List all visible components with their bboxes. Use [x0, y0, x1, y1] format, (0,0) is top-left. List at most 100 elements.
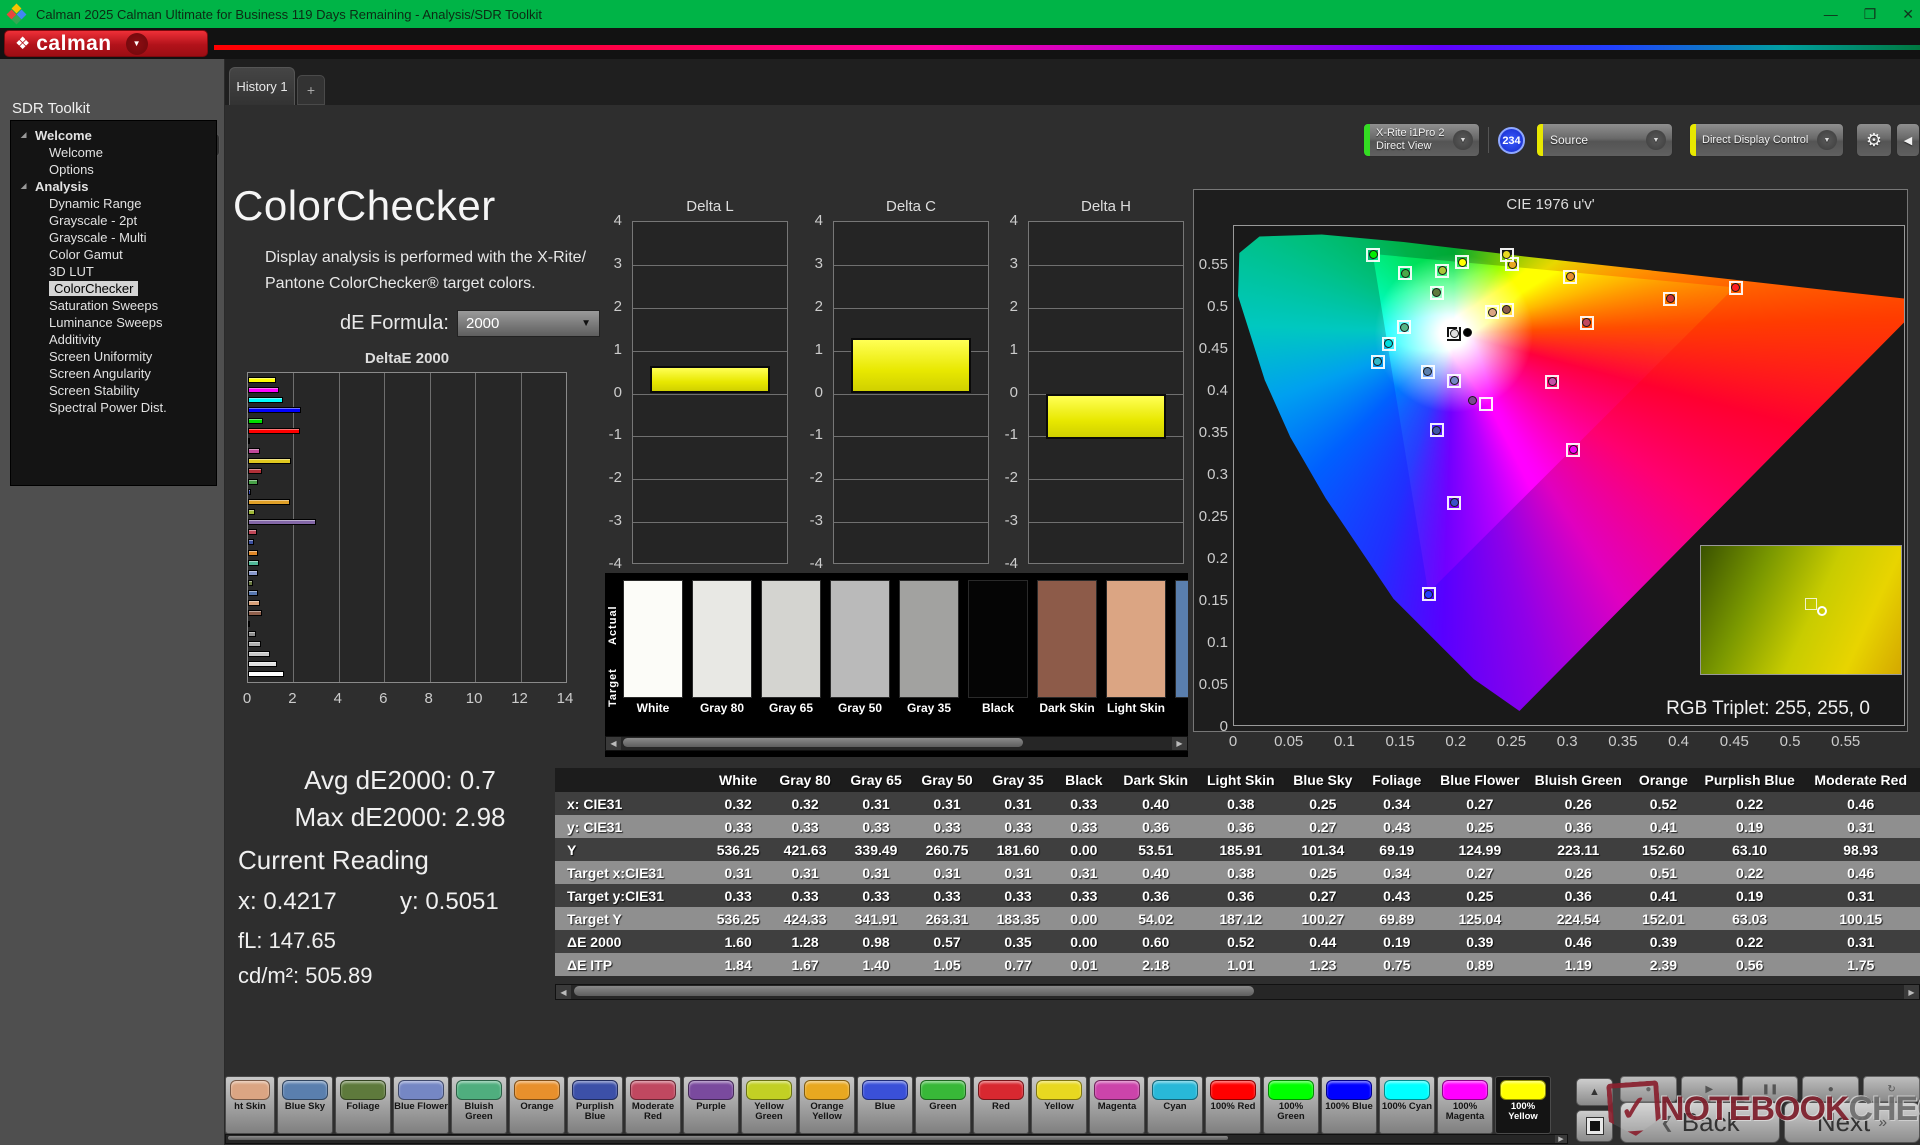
- sidebar-item-welcome[interactable]: Welcome: [11, 144, 216, 161]
- x-tick: 0.45: [1719, 733, 1749, 750]
- calman-menu-button[interactable]: ❖ calman ▼: [4, 30, 208, 57]
- results-table: White Gray 80 Gray 65 Gray 50 Gray 35 Black Da…: [555, 768, 1920, 982]
- strip-up-button[interactable]: ▲: [1576, 1078, 1613, 1106]
- patch-blue[interactable]: [1175, 580, 1188, 698]
- sidebar-item-options[interactable]: Options: [11, 161, 216, 178]
- scrollbar-thumb[interactable]: [574, 986, 1254, 996]
- transport-button[interactable]: ↻: [1863, 1076, 1920, 1102]
- patch-button-moderate-red[interactable]: Moderate Red: [625, 1076, 681, 1134]
- chevron-down-icon[interactable]: ▼: [1453, 130, 1473, 150]
- close-icon[interactable]: ✕: [1902, 6, 1914, 23]
- patch-button-100-red[interactable]: 100% Red: [1205, 1076, 1261, 1134]
- patch-button-green[interactable]: Green: [915, 1076, 971, 1134]
- patch-button-100-blue[interactable]: 100% Blue: [1321, 1076, 1377, 1134]
- sidebar-item-screen-uniformity[interactable]: Screen Uniformity: [11, 348, 216, 365]
- patch-dark-skin[interactable]: [1037, 580, 1097, 698]
- patch-gray-35[interactable]: [899, 580, 959, 698]
- tab-history-1[interactable]: History 1: [229, 67, 295, 105]
- patch-light-skin[interactable]: [1106, 580, 1166, 698]
- patch-white[interactable]: [623, 580, 683, 698]
- sidebar-item-screen-angularity[interactable]: Screen Angularity: [11, 365, 216, 382]
- patch-gray-80[interactable]: [692, 580, 752, 698]
- sidebar-item-color-gamut[interactable]: Color Gamut: [11, 246, 216, 263]
- bottom-strip-scrollbar[interactable]: ▶: [225, 1134, 1568, 1144]
- patch-button-yellow[interactable]: Yellow: [1031, 1076, 1087, 1134]
- divider: [1488, 127, 1489, 153]
- sidebar-item-additivity[interactable]: Additivity: [11, 331, 216, 348]
- transport-button[interactable]: ●: [1620, 1076, 1677, 1102]
- patch-button-100-green[interactable]: 100% Green: [1263, 1076, 1319, 1134]
- patch-button-100-magenta[interactable]: 100% Magenta: [1437, 1076, 1493, 1134]
- transport-button[interactable]: ❚❚: [1741, 1076, 1799, 1102]
- patch-black[interactable]: [968, 580, 1028, 698]
- patch-strip-scrollbar[interactable]: ◀ ▶: [605, 736, 1188, 751]
- scroll-right-icon[interactable]: ▶: [1555, 1135, 1567, 1143]
- cell: 1.19: [1527, 953, 1629, 976]
- chevron-down-icon[interactable]: ▼: [1817, 130, 1837, 150]
- x-tick: 4: [333, 690, 343, 707]
- patch-button-purplish-blue[interactable]: Purplish Blue: [567, 1076, 623, 1134]
- patch-button-ht-skin[interactable]: ht Skin: [225, 1076, 275, 1134]
- back-button[interactable]: ❮ Back: [1620, 1102, 1780, 1143]
- sidebar-item-dynamic-range[interactable]: Dynamic Range: [11, 195, 216, 212]
- patch-button-100-yellow[interactable]: 100% Yellow: [1495, 1076, 1551, 1134]
- source-dropdown[interactable]: Source ▼: [1536, 123, 1673, 157]
- scroll-left-icon[interactable]: ◀: [606, 737, 621, 750]
- scroll-right-icon[interactable]: ▶: [1172, 737, 1187, 750]
- patch-button-blue-flower[interactable]: Blue Flower: [393, 1076, 449, 1134]
- cell: 0.33: [706, 884, 770, 907]
- de-bar-dark-skin: [248, 610, 262, 617]
- transport-button[interactable]: ▶: [1680, 1076, 1738, 1102]
- scroll-left-icon[interactable]: ◀: [556, 985, 571, 999]
- table-row: Target y:CIE31 0.33 0.33 0.33 0.33 0.33 0.33 0.…: [555, 884, 1920, 907]
- sidebar-item-welcome[interactable]: ◢ Welcome: [11, 127, 216, 144]
- cell: 0.51: [1628, 861, 1698, 884]
- sidebar-item-analysis[interactable]: ◢ Analysis: [11, 178, 216, 195]
- patch-button-100-cyan[interactable]: 100% Cyan: [1379, 1076, 1435, 1134]
- patch-button-magenta[interactable]: Magenta: [1089, 1076, 1145, 1134]
- meter-dropdown[interactable]: X-Rite i1Pro 2 Direct View ▼: [1363, 123, 1480, 157]
- transport-button[interactable]: ●: [1802, 1076, 1860, 1102]
- patch-button-yellow-green[interactable]: Yellow Green: [741, 1076, 797, 1134]
- sidebar-item-3d-lut[interactable]: 3D LUT: [11, 263, 216, 280]
- collapse-panel-button[interactable]: ◀: [1896, 123, 1920, 157]
- add-tab-button[interactable]: +: [297, 75, 325, 105]
- x-tick: 0.3: [1556, 733, 1578, 750]
- patch-button-bluish-green[interactable]: Bluish Green: [451, 1076, 507, 1134]
- sidebar-item-grayscale-2pt[interactable]: Grayscale - 2pt: [11, 212, 216, 229]
- patch-button-orange-yellow[interactable]: Orange Yellow: [799, 1076, 855, 1134]
- patch-button-foliage[interactable]: Foliage: [335, 1076, 391, 1134]
- patch-button-blue[interactable]: Blue: [857, 1076, 913, 1134]
- patch-button-red[interactable]: Red: [973, 1076, 1029, 1134]
- table-scrollbar[interactable]: ◀ ▶: [555, 984, 1920, 1000]
- patch-button-cyan[interactable]: Cyan: [1147, 1076, 1203, 1134]
- de-bar-blue-sky: [248, 590, 259, 597]
- patch-gray-50[interactable]: [830, 580, 890, 698]
- meter-count-badge[interactable]: 234: [1498, 127, 1525, 154]
- patch-button-blue-sky[interactable]: Blue Sky: [277, 1076, 333, 1134]
- settings-button[interactable]: ⚙: [1856, 123, 1892, 157]
- patch-gray-65[interactable]: [761, 580, 821, 698]
- scrollbar-thumb[interactable]: [228, 1136, 1228, 1140]
- patch-button-purple[interactable]: Purple: [683, 1076, 739, 1134]
- chevron-down-icon[interactable]: ▼: [125, 32, 148, 55]
- minimize-icon[interactable]: —: [1824, 6, 1838, 22]
- maximize-icon[interactable]: ❒: [1864, 6, 1877, 23]
- de-formula-select[interactable]: 2000 ▼: [457, 310, 600, 337]
- sidebar-item-saturation-sweeps[interactable]: Saturation Sweeps: [11, 297, 216, 314]
- scroll-right-icon[interactable]: ▶: [1904, 985, 1919, 999]
- sidebar-item-screen-stability[interactable]: Screen Stability: [11, 382, 216, 399]
- display-control-dropdown[interactable]: Direct Display Control ▼: [1689, 123, 1844, 157]
- sidebar-item-grayscale-multi[interactable]: Grayscale - Multi: [11, 229, 216, 246]
- de-bar-100-blue: [248, 407, 302, 414]
- gridline: [633, 393, 787, 395]
- patch-button-orange[interactable]: Orange: [509, 1076, 565, 1134]
- next-button[interactable]: Next »: [1784, 1102, 1920, 1143]
- sidebar-item-colorchecker[interactable]: ColorChecker: [11, 280, 216, 297]
- sidebar-item-luminance-sweeps[interactable]: Luminance Sweeps: [11, 314, 216, 331]
- scrollbar-thumb[interactable]: [623, 738, 1023, 747]
- stop-button[interactable]: [1576, 1110, 1613, 1142]
- chevron-down-icon[interactable]: ▼: [1646, 130, 1666, 150]
- sidebar-item-spectral-power-dist[interactable]: Spectral Power Dist.: [11, 399, 216, 416]
- cell: 0.36: [1527, 815, 1629, 838]
